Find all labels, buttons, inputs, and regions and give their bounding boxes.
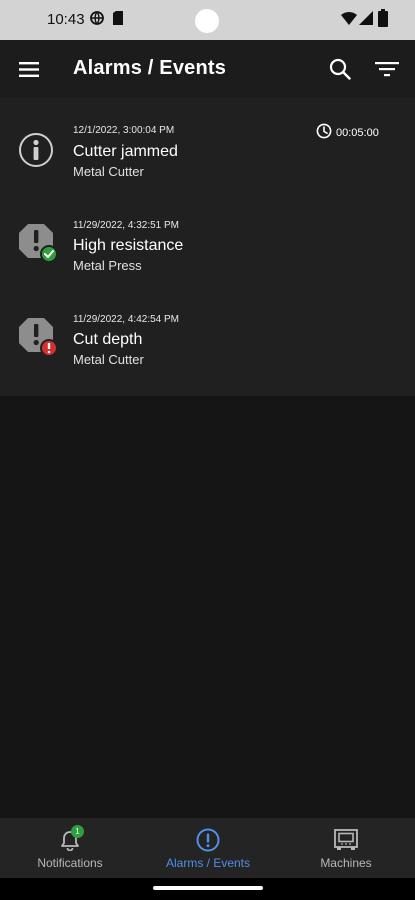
- alarm-name: Cutter jammed: [73, 143, 178, 160]
- nav-notifications[interactable]: 1 Notifications: [20, 818, 120, 878]
- nav-machines[interactable]: Machines: [296, 818, 396, 878]
- alarm-row[interactable]: 12/1/2022, 3:00:04 PM Cutter jammed Meta…: [0, 98, 415, 192]
- alarm-row[interactable]: 11/29/2022, 4:32:51 PM High resistance M…: [0, 192, 415, 286]
- alarm-timestamp: 11/29/2022, 4:42:54 PM: [73, 314, 180, 325]
- hamburger-menu-icon[interactable]: [14, 55, 44, 83]
- alarm-active-icon: [17, 316, 58, 357]
- cell-signal-icon: [359, 10, 373, 31]
- alarm-machine: Metal Press: [73, 258, 142, 273]
- alarm-duration-value: 00:05:00: [336, 126, 379, 139]
- search-icon[interactable]: [325, 54, 355, 84]
- nav-alarms-events[interactable]: Alarms / Events: [152, 818, 264, 878]
- alarm-resolved-icon: [17, 222, 58, 263]
- info-icon: [17, 131, 57, 171]
- status-bar: 10:43: [0, 0, 415, 40]
- alarm-timestamp: 11/29/2022, 4:32:51 PM: [73, 220, 180, 231]
- home-gesture-handle[interactable]: [153, 886, 263, 890]
- sim-card-icon: [112, 10, 124, 31]
- alarm-row[interactable]: 11/29/2022, 4:42:54 PM Cut depth Metal C…: [0, 286, 415, 380]
- page-title: Alarms / Events: [73, 57, 227, 79]
- phone-screen: 10:43 Alarms / Events 12/1/2022, 3:00:04…: [0, 0, 415, 900]
- front-camera: [195, 9, 219, 33]
- battery-icon: [378, 9, 388, 32]
- bell-icon: 1: [59, 825, 84, 852]
- nav-label: Notifications: [37, 856, 103, 870]
- filter-icon[interactable]: [372, 54, 402, 84]
- status-time: 10:43: [47, 11, 85, 28]
- alarm-duration: 00:05:00: [316, 123, 379, 142]
- nav-label: Machines: [320, 856, 372, 870]
- gesture-bar: [0, 878, 415, 900]
- wifi-icon: [341, 10, 357, 31]
- nav-label: Alarms / Events: [165, 856, 251, 870]
- bottom-navigation: 1 Notifications Alarms / Events Machines: [0, 818, 415, 878]
- alarm-machine: Metal Cutter: [73, 164, 144, 179]
- alarm-list: 12/1/2022, 3:00:04 PM Cutter jammed Meta…: [0, 98, 415, 396]
- notification-badge: 1: [71, 825, 84, 838]
- vpn-globe-icon: [89, 10, 105, 31]
- alarm-timestamp: 12/1/2022, 3:00:04 PM: [73, 125, 175, 136]
- alarm-machine: Metal Cutter: [73, 352, 144, 367]
- alarm-name: Cut depth: [73, 331, 143, 348]
- app-bar: Alarms / Events: [0, 40, 415, 98]
- alert-circle-icon: [196, 828, 220, 852]
- clock-icon: [316, 123, 332, 142]
- alarm-name: High resistance: [73, 237, 184, 254]
- machine-icon: [334, 828, 358, 852]
